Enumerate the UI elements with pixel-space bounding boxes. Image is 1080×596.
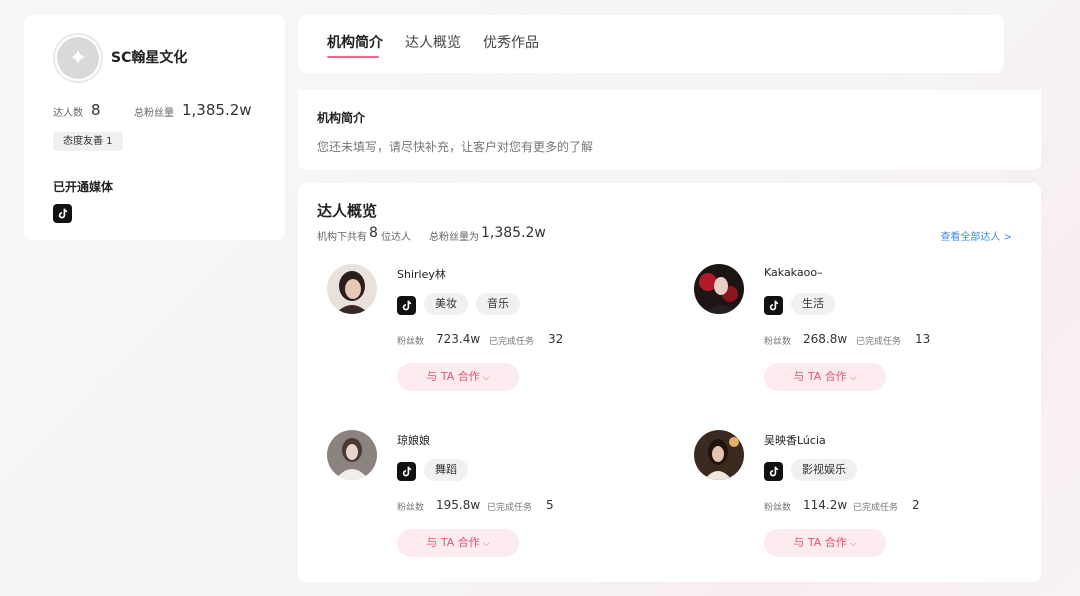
creators-count: 8 (91, 101, 101, 119)
collaborate-button[interactable]: 与 TA 合作 ⌵ (764, 529, 886, 557)
overview-sub-prefix: 机构下共有 (317, 232, 367, 243)
avatar[interactable] (327, 264, 377, 314)
tiktok-icon[interactable] (53, 204, 72, 223)
org-name: SC翰星文化 (111, 50, 188, 66)
chevron-down-icon: ⌵ (482, 373, 490, 383)
avatar[interactable] (694, 430, 744, 480)
creator-name[interactable]: 琼娘娘 (397, 432, 430, 448)
tiktok-icon (764, 296, 783, 315)
fans-label: 粉丝数 (764, 337, 792, 347)
collaborate-label: 与 TA 合作 (426, 370, 480, 383)
active-tab-indicator (327, 56, 379, 58)
fans-count: 268.8w (803, 332, 848, 346)
star-icon: ✦ (57, 37, 99, 79)
category-tag: 美妆 (424, 293, 468, 315)
category-tag: 生活 (791, 293, 835, 315)
intro-text: 您还未填写，请尽快补充，让客户对您有更多的了解 (317, 140, 594, 154)
fans-count: 114.2w (803, 498, 848, 512)
tabs-card: 机构简介 达人概览 优秀作品 (298, 15, 1004, 73)
overview-sub-suffix: 位达人 (381, 232, 411, 243)
intro-card: 机构简介 您还未填写，请尽快补充，让客户对您有更多的了解 (298, 90, 1041, 170)
org-profile-card: ✦ SC翰星文化 达人数 8 总粉丝量 1,385.2w 态度友善 1 已开通媒… (24, 15, 285, 240)
collaborate-label: 与 TA 合作 (426, 536, 480, 549)
tasks-label: 已完成任务 (853, 503, 899, 513)
fans-total: 1,385.2w (182, 101, 252, 119)
org-avatar: ✦ (53, 33, 103, 83)
creator-card: 吴映香Lúcia 影视娱乐 粉丝数 114.2w 已完成任务 2 与 TA 合作… (694, 430, 994, 560)
tab-overview[interactable]: 达人概览 (405, 32, 461, 52)
fans-label: 总粉丝量 (134, 108, 174, 119)
fans-label: 粉丝数 (397, 337, 425, 347)
intro-title: 机构简介 (317, 111, 366, 125)
chevron-down-icon: ⌵ (849, 373, 857, 383)
overview-title: 达人概览 (317, 202, 378, 220)
collaborate-button[interactable]: 与 TA 合作 ⌵ (764, 363, 886, 391)
chevron-down-icon: ⌵ (849, 539, 857, 549)
tasks-label: 已完成任务 (856, 337, 902, 347)
category-tag: 影视娱乐 (791, 459, 857, 481)
avatar[interactable] (327, 430, 377, 480)
tab-intro[interactable]: 机构简介 (327, 32, 383, 52)
tasks-count: 5 (546, 498, 554, 512)
fans-count: 195.8w (436, 498, 481, 512)
creator-name[interactable]: Kakakaoo– (764, 266, 823, 279)
collaborate-button[interactable]: 与 TA 合作 ⌵ (397, 529, 519, 557)
view-all-link[interactable]: 查看全部达人 > (940, 228, 1012, 243)
overview-fans-prefix: 总粉丝量为 (429, 232, 479, 243)
tab-works[interactable]: 优秀作品 (483, 32, 539, 52)
creator-card: Kakakaoo– 生活 粉丝数 268.8w 已完成任务 13 与 TA 合作… (694, 264, 994, 394)
avatar[interactable] (694, 264, 744, 314)
tiktok-icon (397, 296, 416, 315)
collaborate-button[interactable]: 与 TA 合作 ⌵ (397, 363, 519, 391)
overview-creator-count: 8 (369, 225, 378, 241)
fans-count: 723.4w (436, 332, 481, 346)
overview-card: 达人概览 机构下共有 8 位达人 总粉丝量为 1,385.2w 查看全部达人 >… (298, 183, 1041, 582)
tasks-count: 2 (912, 498, 920, 512)
creator-card: Shirley林 美妆 音乐 粉丝数 723.4w 已完成任务 32 与 TA … (327, 264, 627, 394)
tasks-count: 13 (915, 332, 931, 346)
category-tag: 音乐 (476, 293, 520, 315)
chevron-down-icon: ⌵ (482, 539, 490, 549)
creator-card: 琼娘娘 舞蹈 粉丝数 195.8w 已完成任务 5 与 TA 合作 ⌵ (327, 430, 627, 560)
tiktok-icon (764, 462, 783, 481)
creators-label: 达人数 (53, 108, 83, 119)
fans-label: 粉丝数 (397, 503, 425, 513)
friendly-badge: 态度友善 1 (53, 132, 123, 151)
overview-fans-total: 1,385.2w (481, 225, 546, 241)
category-tag: 舞蹈 (424, 459, 468, 481)
media-title: 已开通媒体 (53, 180, 114, 194)
creator-name[interactable]: Shirley林 (397, 266, 446, 282)
tasks-label: 已完成任务 (489, 337, 535, 347)
collaborate-label: 与 TA 合作 (793, 370, 847, 383)
collaborate-label: 与 TA 合作 (793, 536, 847, 549)
tasks-count: 32 (548, 332, 564, 346)
creator-name[interactable]: 吴映香Lúcia (764, 432, 826, 448)
tasks-label: 已完成任务 (487, 503, 533, 513)
fans-label: 粉丝数 (764, 503, 792, 513)
tiktok-icon (397, 462, 416, 481)
